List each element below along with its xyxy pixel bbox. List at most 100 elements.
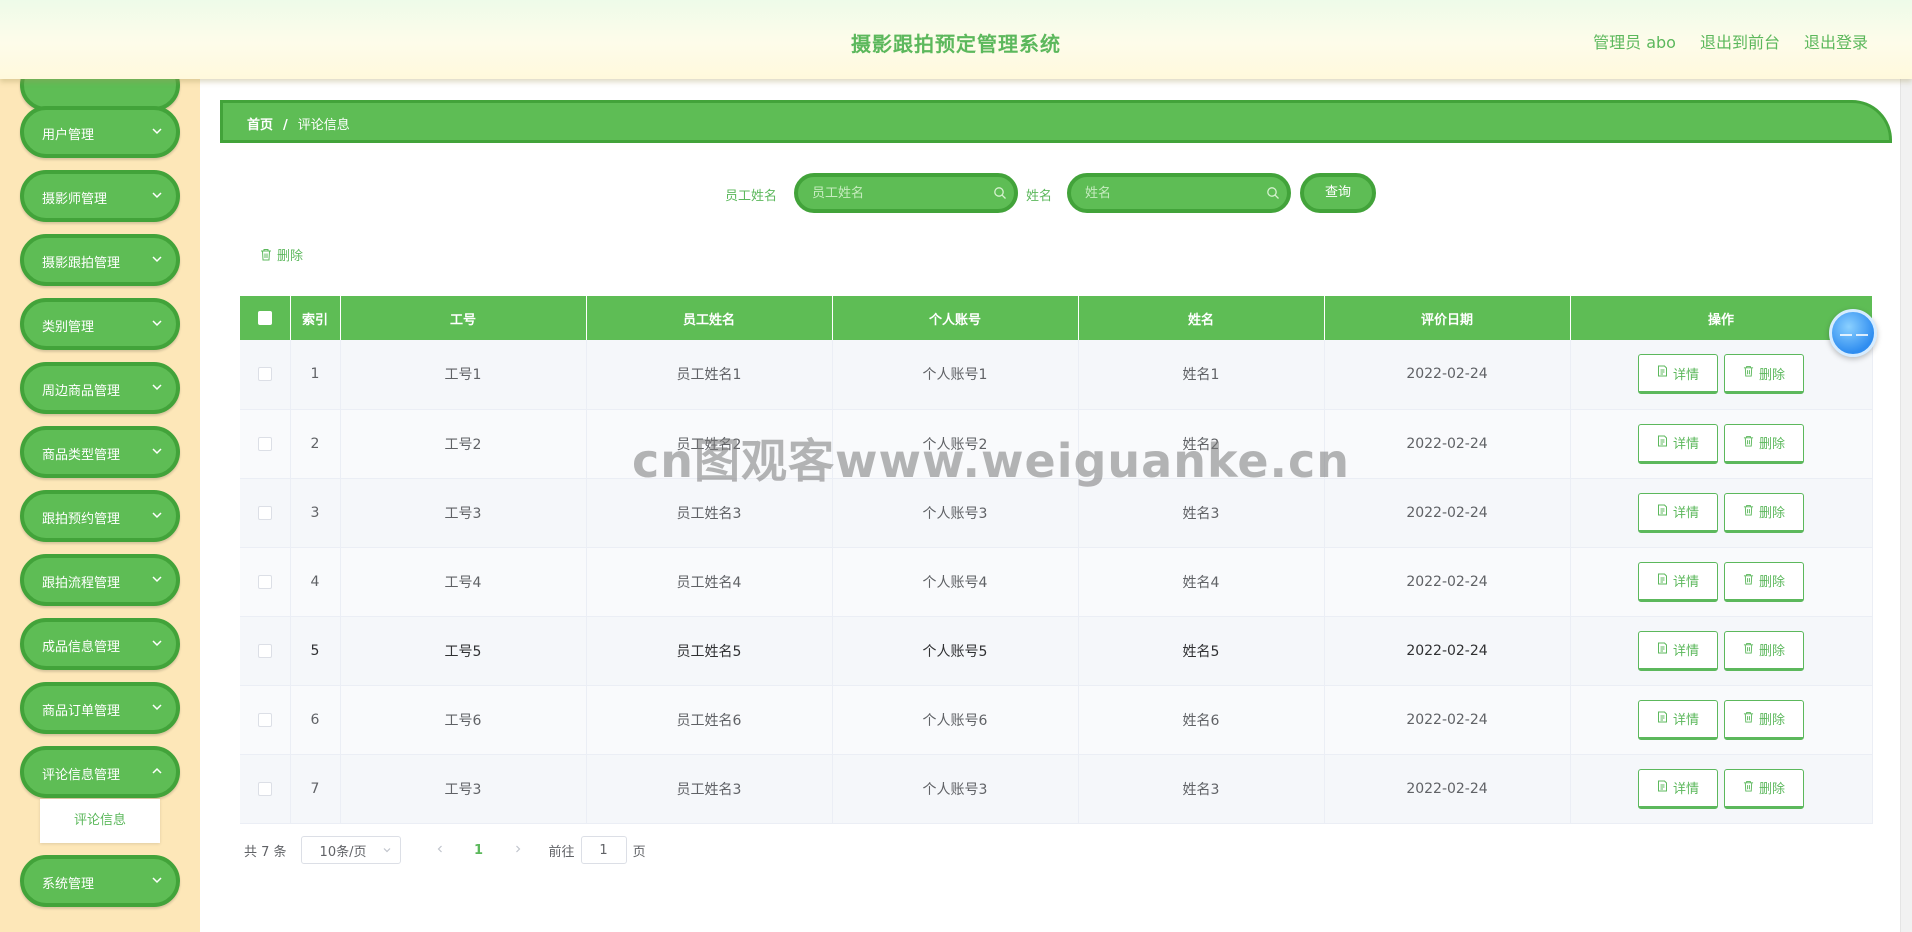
detail-button-label: 详情 [1672,367,1699,383]
detail-button-label: 详情 [1672,437,1699,452]
cell-job-no: 工号5 [340,616,587,686]
detail-button[interactable]: 详情 [1638,561,1718,602]
sidebar-item-products[interactable]: 成品信息管理 [20,618,180,670]
row-checkbox[interactable] [257,436,272,451]
batch-delete-label: 删除 [277,249,304,264]
detail-button[interactable]: 详情 [1638,354,1718,395]
page-size-value: 10条/页 [319,844,367,860]
sidebar-item-label: 跟拍流程管理 [42,576,121,591]
cell-actions: 详情 删除 [1570,478,1873,548]
sidebar-item-bookings[interactable]: 跟拍预约管理 [20,490,180,542]
delete-button-label: 删除 [1758,575,1785,590]
pagination: 共 7 条 10条/页 1 前往 页 [244,835,646,865]
sidebar-item-photo-follow[interactable]: 摄影跟拍管理 [20,234,180,286]
cell-index: 1 [290,340,341,410]
sidebar-item-orders[interactable]: 商品订单管理 [20,682,180,734]
exit-to-front-link[interactable]: 退出到前台 [1700,29,1780,53]
page-scrollbar[interactable] [1900,79,1912,932]
row-delete-button[interactable]: 删除 [1724,423,1804,464]
page-number-current[interactable]: 1 [455,843,503,858]
sidebar-item-product-types[interactable]: 商品类型管理 [20,426,180,478]
cell-employee-name: 员工姓名2 [586,409,833,479]
detail-button[interactable]: 详情 [1638,699,1718,740]
row-checkbox[interactable] [257,781,272,796]
breadcrumb: 首页 / 评论信息 [220,100,1892,143]
row-delete-button[interactable]: 删除 [1724,699,1804,740]
query-button[interactable]: 查询 [1300,173,1376,213]
row-delete-button[interactable]: 删除 [1724,492,1804,533]
sidebar-item-comments[interactable]: 评论信息管理 [20,746,180,798]
cell-index: 4 [290,547,341,617]
next-page-button[interactable] [503,842,533,858]
cell-name: 姓名1 [1078,340,1325,410]
trash-icon [1743,642,1754,658]
row-checkbox[interactable] [257,367,272,382]
cell-review-date: 2022-02-24 [1324,616,1571,686]
cell-review-date: 2022-02-24 [1324,409,1571,479]
bubble-bar [1840,334,1852,336]
batch-delete-button[interactable]: 删除 [260,245,303,264]
floating-assistant-button[interactable] [1829,309,1877,357]
comments-table: 索引 工号 员工姓名 个人账号 姓名 评价日期 操作 1 工号1 员工姓名1 个人账号… [240,296,1873,824]
cell-job-no: 工号3 [340,478,587,548]
cell-employee-name: 员工姓名5 [586,616,833,686]
row-delete-button[interactable]: 删除 [1724,768,1804,809]
detail-button[interactable]: 详情 [1638,768,1718,809]
sidebar-item-system[interactable]: 系统管理 [20,855,180,907]
document-icon [1657,780,1668,796]
detail-button[interactable]: 详情 [1638,423,1718,464]
detail-button[interactable]: 详情 [1638,492,1718,533]
sidebar-item-label: 周边商品管理 [42,384,121,399]
select-all-checkbox[interactable] [257,311,272,325]
detail-button[interactable]: 详情 [1638,630,1718,671]
cell-name: 姓名2 [1078,409,1325,479]
table-header-row: 索引 工号 员工姓名 个人账号 姓名 评价日期 操作 [240,296,1873,340]
goto-prefix: 前往 [548,844,575,860]
sidebar-item-merch[interactable]: 周边商品管理 [20,362,180,414]
breadcrumb-trail: 首页 / 评论信息 [247,114,350,133]
column-header: 操作 [1570,296,1873,340]
sidebar: 用户管理 摄影师管理 摄影跟拍管理 类别管理 周边商品管理 商品类型管理 跟拍预… [0,79,200,932]
cell-review-date: 2022-02-24 [1324,547,1571,617]
cell-name: 姓名3 [1078,478,1325,548]
submenu-item-comment-info[interactable]: 评论信息 [40,799,160,843]
row-delete-button[interactable]: 删除 [1724,561,1804,602]
sidebar-item-categories[interactable]: 类别管理 [20,298,180,350]
sidebar-item-photographers[interactable]: 摄影师管理 [20,170,180,222]
cell-actions: 详情 删除 [1570,547,1873,617]
document-icon [1657,504,1668,520]
cell-actions: 详情 删除 [1570,685,1873,755]
chevron-down-icon [152,576,162,583]
prev-page-button[interactable] [425,842,455,858]
goto-page-input[interactable] [580,836,627,864]
name-search-input[interactable] [1067,173,1291,213]
column-header: 姓名 [1078,296,1325,340]
row-delete-button[interactable]: 删除 [1724,354,1804,395]
sidebar-item-process[interactable]: 跟拍流程管理 [20,554,180,606]
breadcrumb-home[interactable]: 首页 [247,118,273,133]
logout-link[interactable]: 退出登录 [1804,29,1868,53]
trash-icon [1743,435,1754,451]
chevron-down-icon [152,384,162,391]
employee-name-search-input[interactable] [794,173,1018,213]
detail-button-label: 详情 [1672,713,1699,728]
table-row: 7 工号3 员工姓名3 个人账号3 姓名3 2022-02-24 详情 删除 [240,754,1873,824]
sidebar-item-users[interactable]: 用户管理 [20,106,180,158]
row-checkbox[interactable] [257,643,272,658]
row-checkbox[interactable] [257,712,272,727]
chevron-down-icon [152,256,162,263]
column-header: 工号 [340,296,587,340]
column-header: 个人账号 [832,296,1079,340]
cell-name: 姓名5 [1078,616,1325,686]
sidebar-item-label: 评论信息管理 [42,768,121,783]
row-checkbox[interactable] [257,574,272,589]
cell-index: 7 [290,754,341,824]
row-delete-button[interactable]: 删除 [1724,630,1804,671]
row-checkbox[interactable] [257,505,272,520]
cell-review-date: 2022-02-24 [1324,685,1571,755]
user-name[interactable]: 管理员 abo [1593,29,1676,53]
goto-suffix: 页 [632,844,646,860]
cell-account: 个人账号5 [832,616,1079,686]
page-size-select[interactable]: 10条/页 [300,836,401,864]
document-icon [1657,642,1668,658]
